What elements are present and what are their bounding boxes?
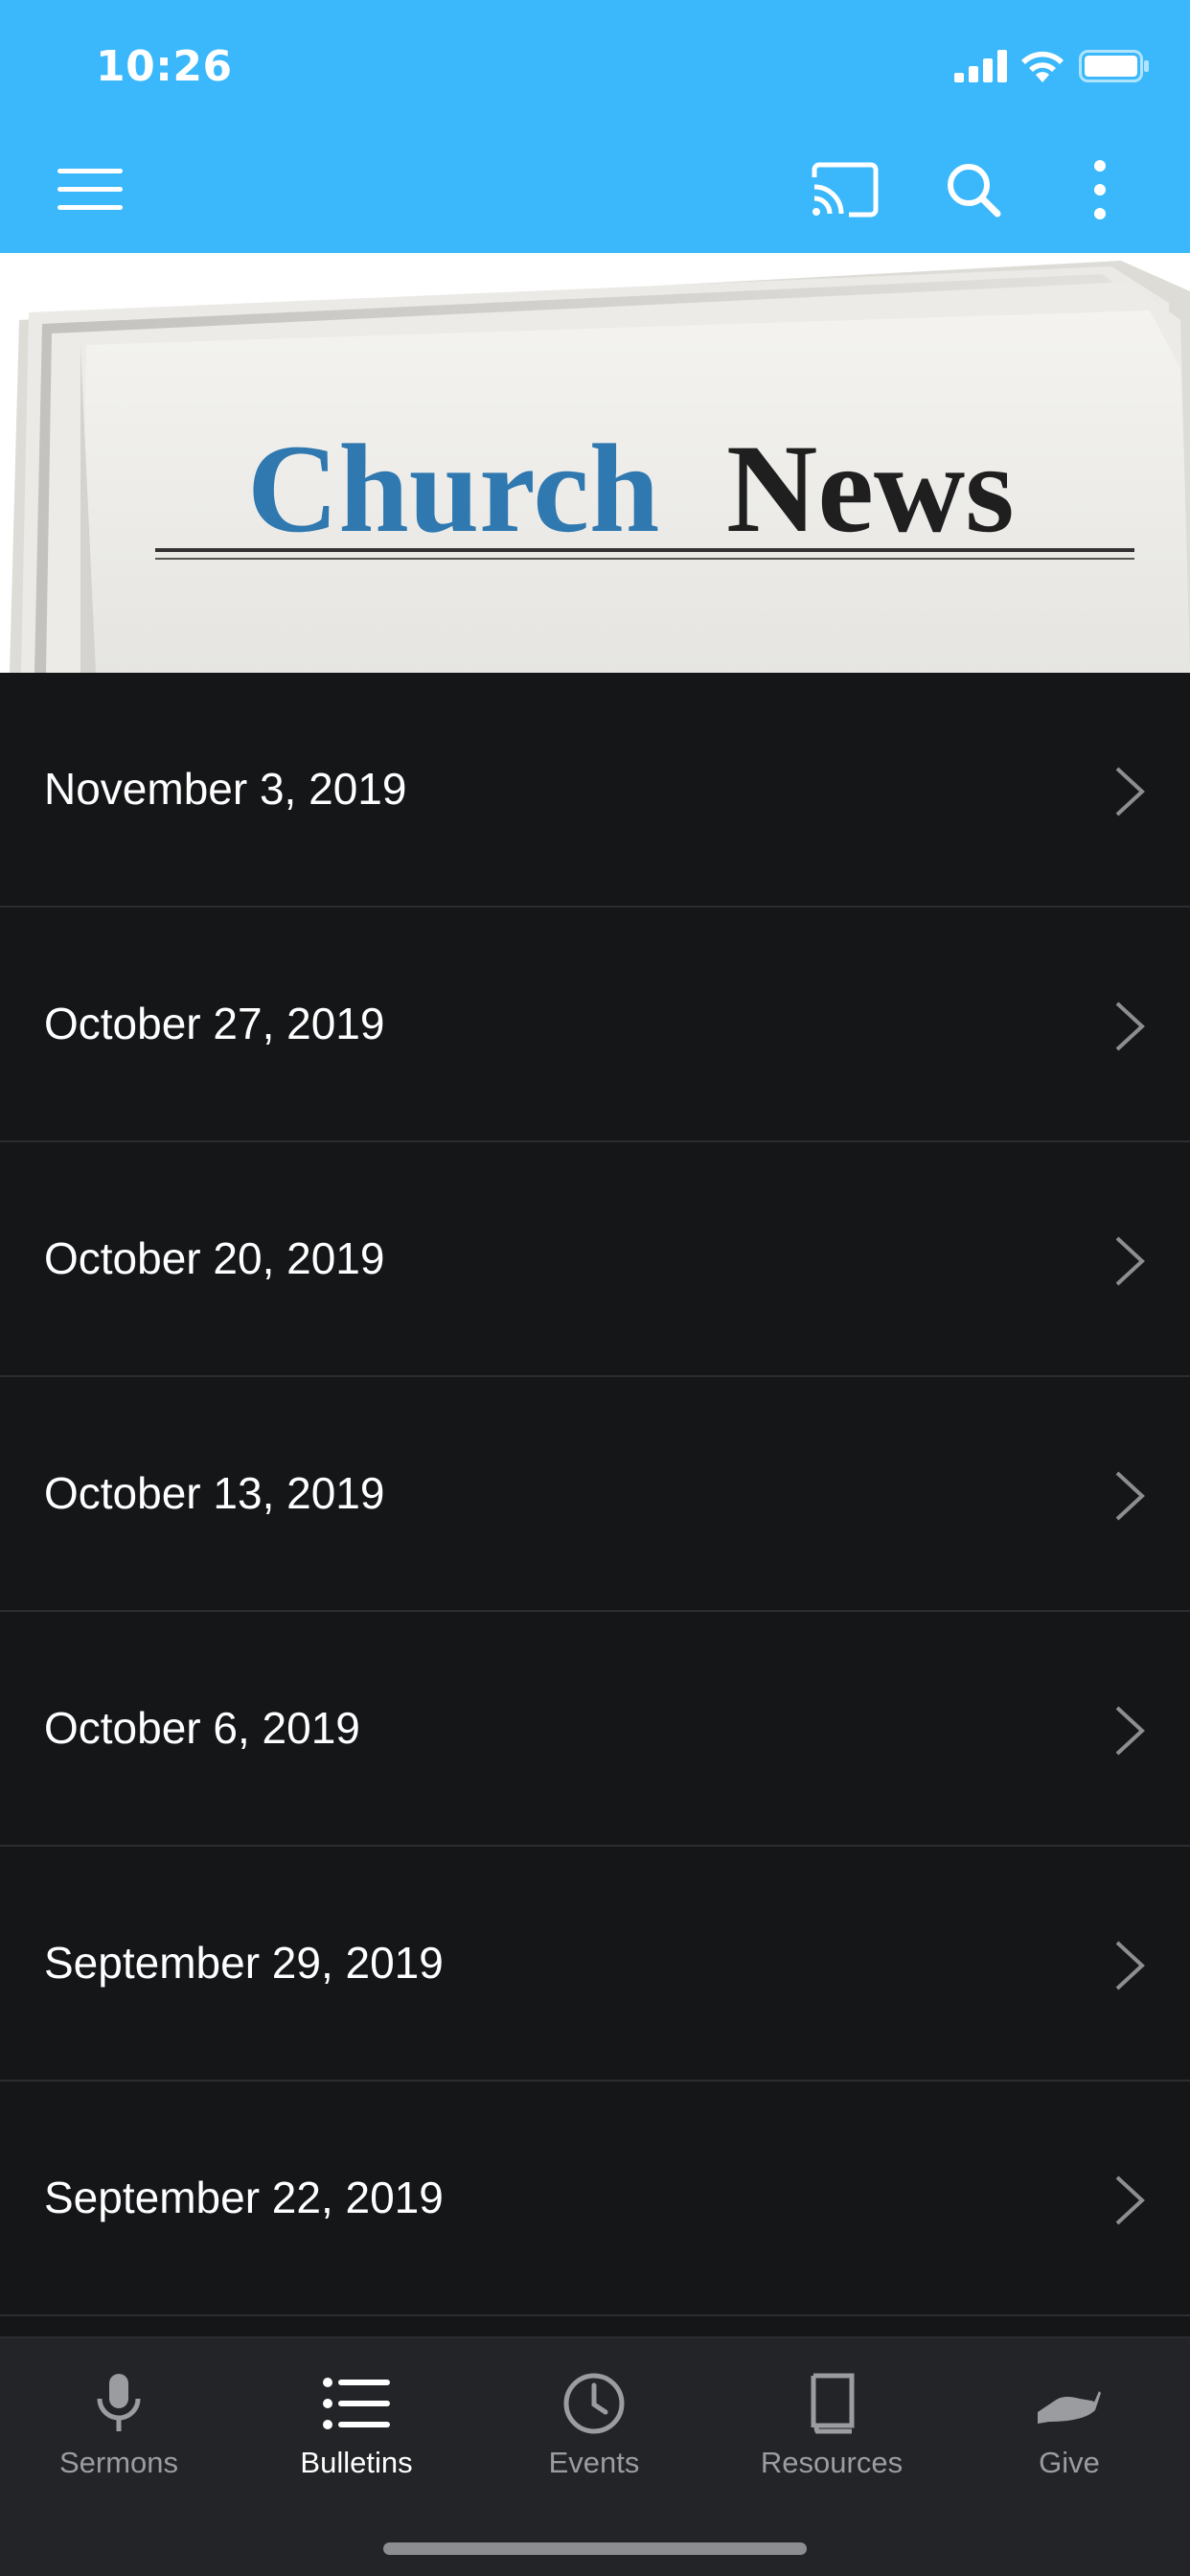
bulletin-date: November 3, 2019 [44,764,407,814]
bulletin-date: October 13, 2019 [44,1468,385,1518]
tab-label: Resources [760,2446,904,2479]
app-bar: 10:26 [0,0,1190,253]
tab-label: Bulletins [300,2446,413,2479]
bulletin-list: November 3, 2019 October 27, 2019 Octobe… [0,673,1190,2316]
book-icon [811,2373,855,2434]
list-item[interactable]: November 3, 2019 [0,673,1190,908]
newspaper-image: Church News [0,253,1190,673]
chevron-right-icon [1115,1706,1145,1756]
chevron-right-icon [1115,1001,1145,1051]
microphone-icon [97,2374,141,2431]
list-item[interactable]: September 29, 2019 [0,1847,1190,2082]
bulletin-date: September 29, 2019 [44,1938,444,1988]
banner-headline-news: News [726,418,1015,559]
bulletin-date: October 20, 2019 [44,1233,385,1283]
tab-label: Sermons [58,2446,179,2479]
tab-label: Events [548,2446,640,2479]
list-item[interactable]: October 20, 2019 [0,1142,1190,1377]
wifi-icon [1021,51,1064,82]
tab-resources[interactable]: Resources [713,2338,950,2501]
chevron-right-icon [1115,2175,1145,2225]
more-options-button[interactable] [1062,151,1138,228]
chevron-right-icon [1115,1236,1145,1286]
tab-label: Give [1039,2446,1100,2479]
chevron-right-icon [1115,767,1145,816]
church-news-banner: Church News [0,253,1190,673]
status-time: 10:26 [96,42,233,91]
tab-give[interactable]: Give [950,2338,1188,2501]
battery-icon [1079,50,1149,82]
tab-events[interactable]: Events [475,2338,713,2501]
bulletin-date: September 22, 2019 [44,2173,444,2222]
cast-button[interactable] [807,151,883,228]
list-item[interactable]: October 6, 2019 [0,1612,1190,1847]
list-item[interactable]: October 13, 2019 [0,1377,1190,1612]
menu-button[interactable] [52,151,128,228]
more-vertical-icon [1094,160,1106,219]
list-item[interactable]: September 22, 2019 [0,2082,1190,2316]
bottom-tab-bar: Sermons Bulletins Events Resources Give [0,2336,1190,2576]
chevron-right-icon [1115,1471,1145,1521]
cellular-signal-icon [954,50,1007,82]
hamburger-menu-icon [57,169,123,210]
chevron-right-icon [1115,1941,1145,1990]
list-item[interactable]: October 27, 2019 [0,908,1190,1142]
give-hand-icon [1038,2391,1101,2424]
cast-icon [812,162,879,218]
banner-headline-church: Church [247,418,659,559]
search-button[interactable] [935,151,1012,228]
tab-sermons[interactable]: Sermons [0,2338,238,2501]
bulletin-date: October 6, 2019 [44,1703,360,1753]
list-icon [323,2378,390,2429]
home-indicator [383,2542,807,2555]
tab-bulletins[interactable]: Bulletins [238,2338,475,2501]
bulletin-date: October 27, 2019 [44,999,385,1048]
search-icon [948,164,1001,218]
clock-icon [563,2373,625,2434]
